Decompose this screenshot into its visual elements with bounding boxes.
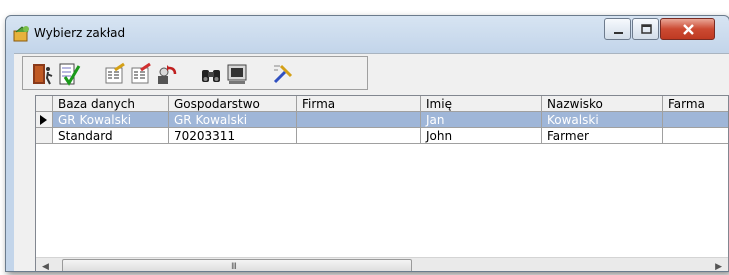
scroll-right-icon[interactable]: ▶ [715,262,722,271]
column-header[interactable]: Imię [421,96,542,112]
table-cell[interactable]: Kowalski [542,112,663,128]
table-cell[interactable]: GR Kowalski [53,112,169,128]
monitor-icon[interactable] [225,62,249,86]
scroll-thumb[interactable]: III [62,259,412,272]
edit-list-icon[interactable] [103,62,127,86]
table-cell[interactable]: Farmer [542,128,663,144]
header-corner [36,96,53,112]
minimize-button[interactable] [604,18,631,40]
table-cell[interactable]: GR Kowalski [169,112,297,128]
table-cell[interactable]: Standard [53,128,169,144]
column-header[interactable]: Firma [297,96,421,112]
column-header[interactable]: Farma [663,96,728,112]
column-header[interactable]: Nazwisko [542,96,663,112]
plants-grid[interactable]: Baza danych Gospodarstwo Firma Imię Nazw… [35,95,729,272]
column-header[interactable]: Baza danych [53,96,169,112]
exit-door-icon[interactable] [31,62,55,86]
table-cell[interactable] [663,112,728,128]
table-cell[interactable] [297,128,421,144]
close-icon [683,24,694,35]
toolbar [22,56,368,90]
row-indicator [36,112,53,128]
column-header[interactable]: Gospodarstwo [169,96,297,112]
undo-icon[interactable] [155,62,179,86]
table-cell[interactable]: John [421,128,542,144]
tools-icon[interactable] [271,62,295,86]
title-bar[interactable]: Wybierz zakład [6,16,729,52]
window-title: Wybierz zakład [34,26,126,40]
table-cell[interactable] [663,128,728,144]
scroll-left-icon[interactable]: ◀ [42,262,49,271]
maximize-button[interactable] [632,18,659,40]
maximize-icon [641,24,652,34]
table-cell[interactable] [297,112,421,128]
close-button[interactable] [660,18,715,40]
horizontal-scrollbar[interactable]: ◀ III ▶ [36,257,728,272]
binoculars-icon[interactable] [199,62,223,86]
app-icon [13,26,29,42]
select-plant-window: Wybierz zakład Baza danych Gospodarstwo … [5,15,729,272]
table-cell[interactable]: 70203311 [169,128,297,144]
minimize-icon [614,32,623,34]
current-row-arrow-icon [40,115,47,125]
row-indicator [36,128,53,144]
scroll-grip: III [231,262,237,272]
checklist-icon[interactable] [57,62,81,86]
edit-list-2-icon[interactable] [129,62,153,86]
table-cell[interactable]: Jan [421,112,542,128]
